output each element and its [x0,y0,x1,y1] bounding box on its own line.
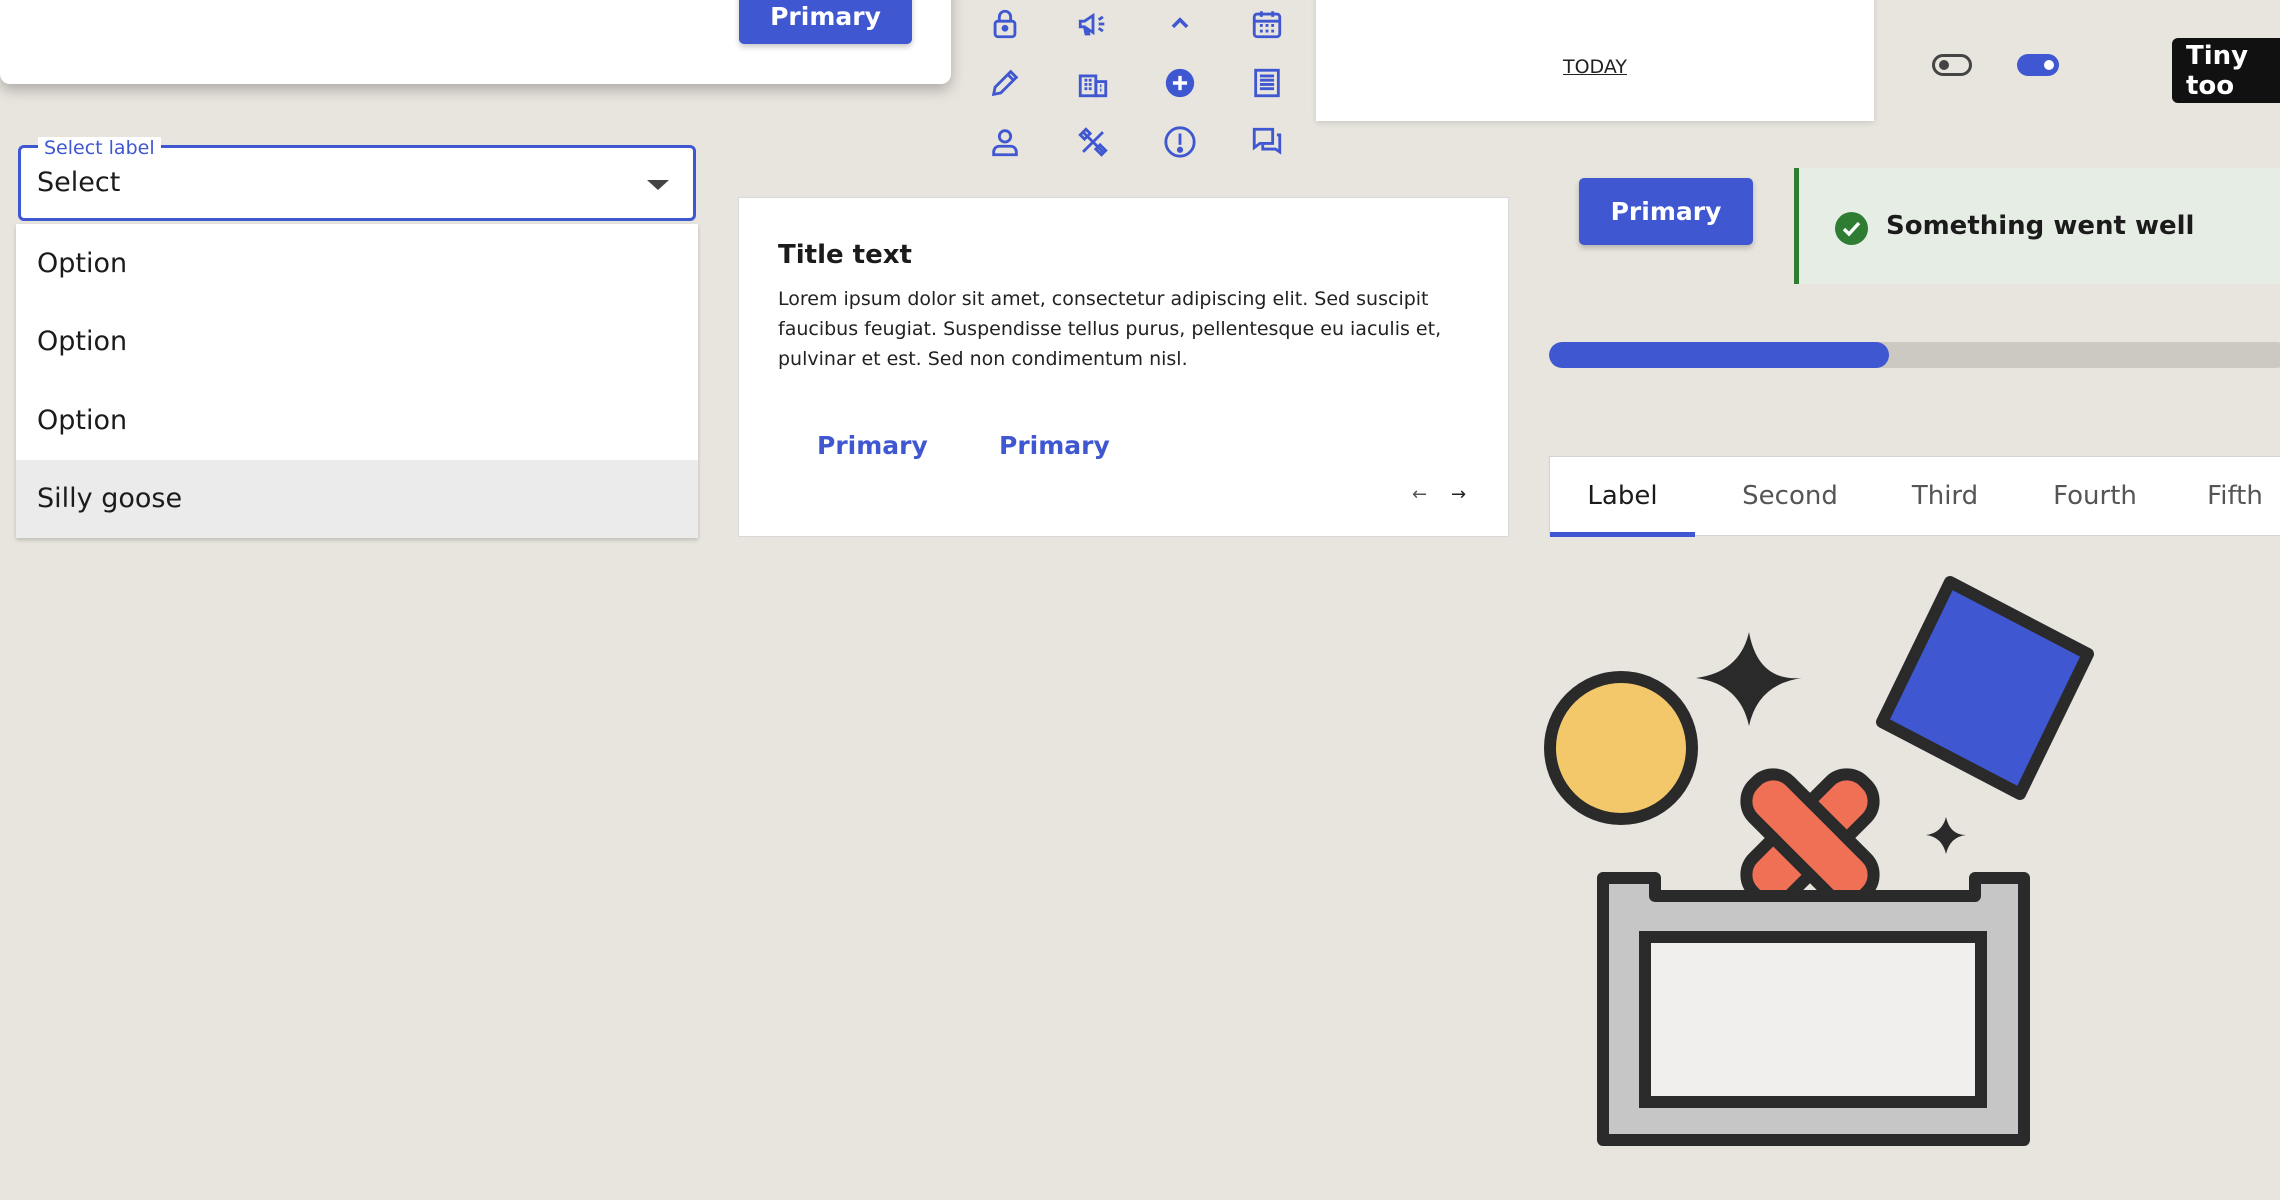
tab-second[interactable]: Second [1710,457,1870,535]
progress-bar [1549,342,2280,368]
yellow-circle-shape [1544,671,1698,825]
pencil-icon[interactable] [983,61,1027,105]
calendar-icon[interactable] [1245,2,1289,46]
select-option[interactable]: Option [16,381,698,460]
progress-fill [1549,342,1890,368]
lock-icon[interactable] [983,2,1027,46]
document-icon[interactable] [1245,61,1289,105]
check-circle-icon [1835,212,1868,245]
select-option-highlighted[interactable]: Silly goose [16,459,698,538]
chevron-up-icon[interactable] [1158,2,1202,46]
toggle-knob [2044,60,2054,70]
sparkle-icon [1696,632,1802,726]
tab-fifth[interactable]: Fifth [2180,457,2280,535]
card-title: Title text [778,240,912,270]
tooltip: Tiny too [2172,38,2280,103]
tab-fourth[interactable]: Fourth [2020,457,2170,535]
building-icon[interactable] [1071,61,1115,105]
alert-circle-icon[interactable] [1158,120,1202,164]
tools-icon[interactable] [1071,120,1115,164]
notification-text: Something went well [1886,211,2195,241]
select-label: Select label [38,137,161,159]
select-option[interactable]: Option [16,224,698,303]
toggle-knob [1939,60,1949,70]
card-primary-button[interactable]: Primary [999,431,1110,460]
toggle-off[interactable] [1932,54,1972,76]
blue-square-shape [1876,576,2094,800]
plus-circle-icon[interactable] [1158,61,1202,105]
arrow-right-icon[interactable]: → [1451,484,1466,505]
box-label-shape [1639,931,1987,1108]
toggle-on[interactable] [2017,54,2059,76]
select-option[interactable]: Option [16,303,698,382]
tab-third[interactable]: Third [1875,457,2015,535]
caret-down-icon[interactable] [647,180,669,190]
arrow-left-icon[interactable]: ← [1412,484,1427,505]
tab-label[interactable]: Label [1550,457,1695,537]
select-menu: Option Option Option Silly goose [16,224,698,538]
empty-box-illustration [1544,576,2094,1146]
card-primary-button[interactable]: Primary [817,431,928,460]
chat-icon[interactable] [1245,120,1289,164]
sparkle-icon [1926,817,1966,854]
person-icon[interactable] [983,120,1027,164]
primary-button[interactable]: Primary [1579,178,1753,245]
tab-bar: Label Second Third Fourth Fifth [1549,456,2280,537]
select-value: Select [37,167,121,198]
megaphone-icon[interactable] [1071,2,1115,46]
modal-primary-button[interactable]: Primary [739,0,912,44]
card-body: Lorem ipsum dolor sit amet, consectetur … [778,288,1442,370]
today-link[interactable]: TODAY [1563,56,1627,78]
